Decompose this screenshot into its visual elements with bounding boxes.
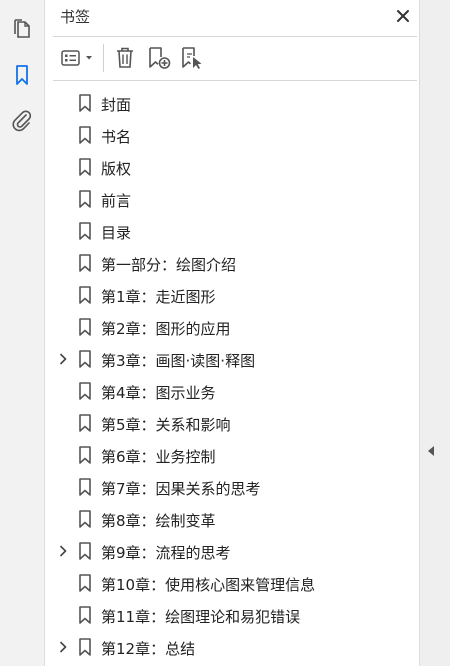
- bookmark-item[interactable]: 第1章：走近图形: [45, 279, 419, 311]
- bookmark-item[interactable]: 第一部分：绘图介绍: [45, 247, 419, 279]
- delete-bookmark-button[interactable]: [112, 45, 138, 71]
- bookmark-label: 第4章：图示业务: [101, 384, 216, 402]
- chevron-right-icon: [59, 545, 67, 557]
- bookmark-label: 第9章：流程的思考: [101, 544, 231, 562]
- bookmark-icon: [78, 222, 92, 240]
- acrobat-navigation-pane: 书签 封面 书名 版权 前言 目录 第一部分：绘图介绍 第1章：走近图形 第2章…: [0, 0, 450, 666]
- bookmark-item[interactable]: 第11章：绘图理论和易犯错误: [45, 599, 419, 631]
- bookmark-item[interactable]: 目录: [45, 215, 419, 247]
- pane-splitter[interactable]: [419, 0, 450, 666]
- bookmarks-panel: 书签 封面 书名 版权 前言 目录 第一部分：绘图介绍 第1章：走近图形 第2章…: [45, 0, 419, 666]
- bookmark-icon: [78, 510, 92, 528]
- bookmark-from-selection-icon: [182, 47, 202, 69]
- bookmark-icon: [78, 254, 92, 272]
- bookmark-label: 第一部分：绘图介绍: [101, 256, 237, 274]
- bookmark-icon: [78, 542, 92, 560]
- bookmark-icon: [78, 606, 92, 624]
- bookmark-icon: [78, 414, 92, 432]
- bookmark-icon: [16, 65, 28, 85]
- expand-toggle[interactable]: [57, 545, 69, 557]
- bookmark-item[interactable]: 第12章：总结: [45, 631, 419, 663]
- bookmark-label: 版权: [101, 160, 132, 178]
- options-menu-icon: [61, 50, 92, 66]
- attachments-button[interactable]: [8, 107, 36, 135]
- chevron-right-icon: [59, 353, 67, 365]
- bookmark-item[interactable]: 第10章：使用核心图来管理信息: [45, 567, 419, 599]
- bookmark-item[interactable]: 第4章：图示业务: [45, 375, 419, 407]
- bookmark-icon: [78, 350, 92, 368]
- toolbar-separator: [103, 44, 104, 72]
- close-panel-button[interactable]: [393, 6, 413, 26]
- bookmark-icon: [78, 382, 92, 400]
- bookmark-icon: [78, 638, 92, 656]
- delete-bookmark-icon: [117, 47, 133, 68]
- bookmark-icon: [78, 478, 92, 496]
- expand-toggle[interactable]: [57, 353, 69, 365]
- bookmark-label: 第3章：画图·读图·释图: [101, 352, 256, 370]
- bookmark-icon: [78, 126, 92, 144]
- bookmark-icon: [78, 574, 92, 592]
- panel-title: 书签: [60, 8, 91, 26]
- bookmark-icon: [78, 286, 92, 304]
- page-thumbnails-button[interactable]: [8, 15, 36, 43]
- bookmark-label: 第6章：业务控制: [101, 448, 216, 466]
- bookmark-item[interactable]: 第3章：画图·读图·释图: [45, 343, 419, 375]
- bookmark-icon: [78, 158, 92, 176]
- collapse-pane-button[interactable]: [425, 444, 437, 458]
- bookmark-icon: [78, 318, 92, 336]
- bookmarks-button[interactable]: [8, 61, 36, 89]
- bookmark-item[interactable]: 第9章：流程的思考: [45, 535, 419, 567]
- new-bookmark-icon: [149, 47, 171, 69]
- bookmark-from-selection-button[interactable]: [178, 45, 206, 71]
- bookmark-item[interactable]: 书名: [45, 119, 419, 151]
- chevron-down-icon: [86, 56, 92, 60]
- chevron-right-icon: [59, 641, 67, 653]
- bookmark-item[interactable]: 前言: [45, 183, 419, 215]
- bookmark-item[interactable]: 第8章：绘制变革: [45, 503, 419, 535]
- bookmark-label: 第12章：总结: [101, 640, 196, 658]
- bookmark-icon: [78, 94, 92, 112]
- paperclip-icon: [12, 110, 32, 132]
- bookmark-label: 第2章：图形的应用: [101, 320, 231, 338]
- bookmark-icon: [78, 190, 92, 208]
- panel-header: 书签: [45, 0, 419, 33]
- bookmark-label: 第7章：因果关系的思考: [101, 480, 261, 498]
- bookmark-item[interactable]: 第2章：图形的应用: [45, 311, 419, 343]
- options-menu-button[interactable]: [60, 45, 96, 71]
- toolbar-divider: [53, 80, 417, 81]
- navigation-rail: [0, 0, 45, 666]
- bookmark-label: 第5章：关系和影响: [101, 416, 231, 434]
- bookmark-icon: [78, 446, 92, 464]
- bookmark-label: 前言: [101, 192, 132, 210]
- bookmark-item[interactable]: 第7章：因果关系的思考: [45, 471, 419, 503]
- chevron-left-icon: [428, 446, 434, 456]
- bookmark-label: 第8章：绘制变革: [101, 512, 216, 530]
- bookmark-label: 第11章：绘图理论和易犯错误: [101, 608, 301, 626]
- close-icon: [397, 10, 409, 22]
- bookmark-label: 第1章：走近图形: [101, 288, 216, 306]
- bookmark-label: 书名: [101, 128, 132, 146]
- bookmark-label: 第10章：使用核心图来管理信息: [101, 576, 316, 594]
- bookmark-label: 封面: [101, 96, 132, 114]
- bookmarks-toolbar: [45, 37, 419, 80]
- pages-icon: [14, 19, 30, 38]
- new-bookmark-button[interactable]: [145, 45, 173, 71]
- bookmark-item[interactable]: 封面: [45, 87, 419, 119]
- bookmark-label: 目录: [101, 224, 132, 242]
- bookmark-item[interactable]: 版权: [45, 151, 419, 183]
- bookmark-item[interactable]: 第5章：关系和影响: [45, 407, 419, 439]
- expand-toggle[interactable]: [57, 641, 69, 653]
- bookmark-item[interactable]: 第6章：业务控制: [45, 439, 419, 471]
